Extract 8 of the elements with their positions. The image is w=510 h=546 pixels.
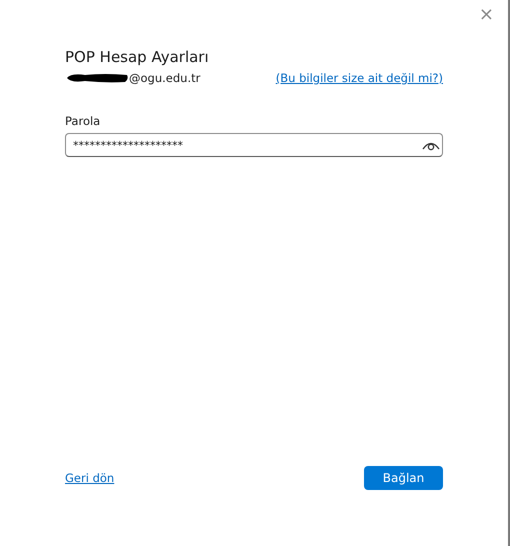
password-label: Parola: [65, 113, 102, 129]
connect-button[interactable]: Bağlan: [364, 466, 443, 490]
close-button[interactable]: ×: [474, 4, 498, 25]
not-you-link[interactable]: (Bu bilgiler size ait değil mi?): [276, 71, 443, 85]
email-address: @ogu.edu.tr: [129, 71, 200, 85]
dialog-title: POP Hesap Ayarları: [65, 47, 210, 68]
password-field[interactable]: ********************: [65, 133, 443, 157]
back-link[interactable]: Geri dön: [65, 471, 114, 485]
